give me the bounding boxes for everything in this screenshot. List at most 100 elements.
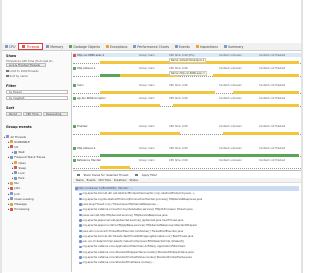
thread-state-bar[interactable]	[213, 74, 299, 77]
tab-cpu[interactable]: CPU	[2, 43, 18, 50]
folder-icon	[10, 186, 14, 190]
chevron-right-icon[interactable]: ▸	[12, 166, 13, 170]
chevron-right-icon[interactable]: ▸	[8, 197, 9, 201]
sort-checkbox[interactable]	[6, 74, 9, 77]
tab-garbage-objects[interactable]: Garbage Objects	[66, 43, 103, 50]
sort-cpu-time-button[interactable]: CPU Time	[23, 112, 42, 116]
thread-extra: Context: not finished	[259, 53, 286, 57]
tree-item-label: Processing	[14, 207, 30, 212]
thread-state-bar[interactable]	[100, 61, 143, 64]
events-icon	[175, 45, 179, 48]
sort-checkbox-row[interactable]: Sort by name	[6, 74, 28, 78]
chevron-right-icon[interactable]: ▸	[8, 186, 9, 190]
chevron-right-icon[interactable]: ▸	[4, 135, 5, 139]
thread-group: Group: main	[139, 96, 155, 100]
method-icon	[79, 213, 82, 217]
thread-icon	[73, 83, 76, 87]
tab-exceptions[interactable]: Exceptions	[103, 43, 130, 50]
summary-icon	[223, 45, 227, 48]
thread-cpu: CPU time: 0:00	[169, 124, 188, 128]
method-icon	[79, 219, 82, 222]
thread-state-bar[interactable]	[145, 91, 215, 94]
method-icon	[79, 203, 82, 206]
thread-state-bar[interactable]	[143, 61, 299, 64]
method-icon	[79, 224, 82, 227]
thread-cpu: CPU time: 0:00	[169, 158, 188, 162]
chevron-right-icon[interactable]: ▸	[8, 181, 9, 185]
thread-row[interactable]: http-listener-2 Group: main CPU time: 0:00…	[73, 146, 301, 158]
threads-timeline: http-nio-8080-exec-1 Group: main CPU time:…	[73, 52, 301, 170]
thread-state-bar[interactable]	[223, 132, 299, 135]
memory-icon	[46, 45, 50, 48]
message-filter-input[interactable]: by msg/text	[6, 96, 68, 100]
inspections-icon	[195, 45, 199, 48]
chevron-right-icon[interactable]: ▸	[12, 171, 13, 175]
stack-column-headers: Name Events CPU Time Durations Status	[73, 178, 301, 183]
thread-cpu: CPU time: 0:00	[169, 83, 188, 87]
apply-filter-checkbox[interactable]	[135, 173, 138, 177]
tab-performance-charts[interactable]: Performance Charts	[130, 43, 172, 50]
thread-extra: Context: not finished	[259, 96, 286, 100]
thread-filter-input[interactable]: by thread	[6, 90, 68, 94]
tree-item-label: Lock	[18, 170, 25, 175]
chevron-right-icon[interactable]: ▸	[8, 140, 9, 144]
thread-icon	[73, 53, 76, 57]
chevron-right-icon[interactable]: ▸	[12, 150, 13, 154]
thread-row[interactable]: http-nio-8080-exec-1 Group: main CPU time:…	[73, 53, 301, 65]
tree-item-label: Jndi	[14, 191, 20, 196]
thread-state-bar[interactable]	[100, 166, 130, 169]
tab-memory[interactable]: Memory	[43, 43, 66, 50]
stack-trace-panel: Stack traces for: Selected Thread Apply …	[73, 170, 301, 272]
show-title: Show	[6, 54, 17, 58]
chevron-right-icon[interactable]: ▸	[12, 161, 13, 165]
limit-checkbox[interactable]	[6, 69, 9, 72]
chevron-right-icon[interactable]: ▸	[8, 145, 9, 149]
thread-row[interactable]: Reference Handler Group: main CPU time: 0:…	[73, 158, 301, 170]
live-finished-button[interactable]: Live & Finished Threads	[6, 63, 46, 67]
col-events[interactable]: Events	[87, 179, 96, 182]
chevron-right-icon[interactable]: ▸	[8, 207, 9, 211]
chevron-right-icon[interactable]: ▸	[8, 192, 9, 196]
thread-row[interactable]: http-listener-1 Group: main CPU time: 0:06…	[73, 66, 301, 78]
thread-extra: Context: not finished	[259, 146, 286, 150]
tab-threads[interactable]: Threads	[18, 43, 44, 50]
thread-cpu: CPU time: 0:00	[169, 146, 188, 150]
thread-row[interactable]: ajp-bio-8009-Acceptor Group: main CPU time…	[73, 96, 301, 108]
thread-state-bar[interactable]	[100, 74, 120, 77]
tree-item-label: RUNNABLE	[14, 139, 30, 144]
tree-item[interactable]: ▸ Processing	[4, 207, 70, 212]
thread-icon	[73, 66, 76, 70]
thread-state-bar[interactable]	[100, 154, 299, 157]
thread-row[interactable]: Finalizer Group: main CPU time: 0:00 Contex…	[73, 124, 301, 136]
thread-state-bar[interactable]	[100, 104, 160, 107]
thread-state-bar[interactable]	[173, 104, 299, 107]
thread-status: Context: unknown	[219, 146, 242, 150]
stack-frame-row[interactable]: org.apache.catalina.core.StandardHostVal…	[75, 260, 299, 265]
thread-name: Finalizer	[73, 124, 88, 128]
chevron-right-icon[interactable]: ▸	[8, 202, 9, 206]
tree-item-label: Sleep	[18, 165, 27, 170]
tab-events[interactable]: Events	[172, 43, 193, 50]
chevron-right-icon[interactable]: ▸	[12, 176, 13, 180]
folder-icon	[10, 197, 14, 201]
col-cpu-time[interactable]: CPU Time	[98, 179, 110, 182]
limit-checkbox-row[interactable]: Limit to 1000 threads	[6, 69, 38, 73]
tab-inspections[interactable]: Inspections	[193, 43, 221, 50]
sort-period-button[interactable]: Period	[6, 112, 22, 116]
thread-row[interactable]: main Group: main CPU time: 0:00 Context: un…	[73, 83, 301, 95]
col-status[interactable]: Status	[130, 179, 138, 182]
thread-state-bar[interactable]	[233, 91, 299, 94]
chevron-right-icon[interactable]: ▸	[8, 155, 9, 159]
thread-state-bar[interactable]	[100, 91, 145, 94]
sort-descending-button[interactable]: Descending	[43, 112, 68, 116]
method-icon	[79, 197, 82, 201]
folder-icon	[10, 181, 14, 185]
thread-state-bar[interactable]	[100, 132, 180, 135]
col-name[interactable]: Name	[76, 179, 84, 182]
thread-extra: Context: not finished	[259, 66, 286, 70]
col-durations[interactable]: Durations	[114, 179, 127, 182]
tab-summary[interactable]: Summary	[221, 43, 246, 50]
thread-name: main	[73, 83, 83, 87]
stack-trace-checkbox[interactable]	[77, 173, 80, 177]
tree-item-label: Nio	[14, 181, 19, 186]
